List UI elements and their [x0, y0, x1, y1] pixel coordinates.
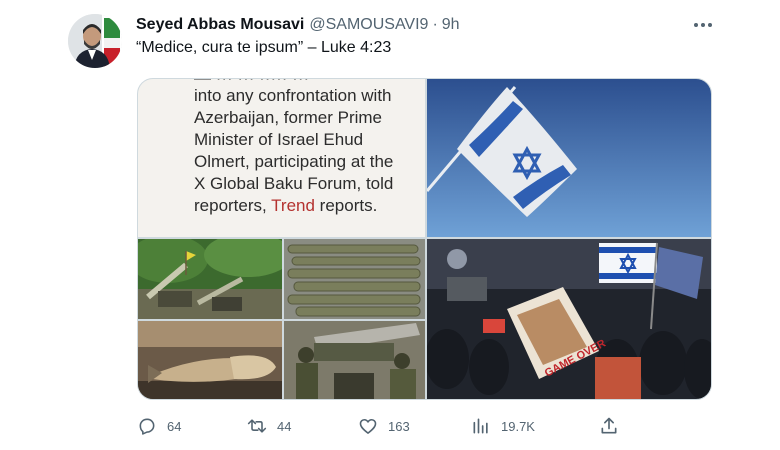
- media-grid[interactable]: — ··· ··· ····· ··· into any confrontati…: [137, 78, 712, 400]
- soldiers-image: [284, 321, 425, 399]
- heart-icon: [358, 416, 378, 436]
- more-icon: [694, 23, 712, 27]
- flag-sky-image: [427, 79, 711, 237]
- share-button[interactable]: [599, 414, 619, 438]
- reply-count: 64: [167, 418, 182, 434]
- protest-image: GAME OVER: [427, 239, 711, 399]
- media-flag-photo[interactable]: [427, 79, 711, 237]
- article-highlight-link: Trend: [271, 196, 315, 215]
- media-soldiers-photo[interactable]: [284, 321, 425, 399]
- repost-count: 44: [277, 418, 292, 434]
- media-weapons-field-photo[interactable]: [138, 239, 282, 319]
- reply-button[interactable]: 64: [137, 414, 181, 438]
- media-protest-photo[interactable]: GAME OVER: [427, 239, 711, 399]
- missile-rows-image: [284, 239, 425, 319]
- media-missile-display-photo[interactable]: [138, 321, 282, 399]
- missile-display-image: [138, 321, 282, 399]
- reply-icon: [137, 416, 157, 436]
- share-icon: [599, 416, 619, 436]
- action-bar: 64 44 163 19.7K: [137, 414, 637, 438]
- author-handle[interactable]: @SAMOUSAVI9: [309, 16, 428, 34]
- views-count: 19.7K: [501, 418, 535, 434]
- repost-icon: [247, 416, 267, 436]
- views-chart-icon: [471, 416, 491, 436]
- tweet-text: “Medice, cura te ipsum” – Luke 4:23: [136, 39, 392, 56]
- article-text-suffix: reports.: [314, 196, 378, 215]
- more-options-button[interactable]: [690, 14, 716, 36]
- article-text-prefix: reporters,: [194, 196, 272, 215]
- timestamp[interactable]: 9h: [442, 16, 460, 34]
- article-line: Olmert, participating at the: [194, 152, 394, 171]
- author-name[interactable]: Seyed Abbas Mousavi: [136, 16, 304, 34]
- article-line: into any confrontation with: [194, 86, 392, 105]
- article-line: Minister of Israel Ehud: [194, 130, 364, 149]
- article-line: X Global Baku Forum, told: [194, 174, 394, 193]
- repost-button[interactable]: 44: [247, 414, 291, 438]
- avatar[interactable]: [68, 14, 122, 68]
- media-article-screenshot[interactable]: — ··· ··· ····· ··· into any confrontati…: [138, 79, 425, 237]
- article-text: — ··· ··· ····· ··· into any confrontati…: [194, 79, 424, 217]
- tweet[interactable]: Seyed Abbas Mousavi @SAMOUSAVI9 · 9h “Me…: [0, 0, 780, 450]
- like-count: 163: [388, 418, 410, 434]
- avatar-image: [68, 14, 122, 68]
- separator-dot: ·: [432, 16, 438, 33]
- article-line-last: reporters, Trend reports.: [194, 195, 424, 217]
- media-missile-rows-photo[interactable]: [284, 239, 425, 319]
- views-button[interactable]: 19.7K: [471, 414, 535, 438]
- tweet-header: Seyed Abbas Mousavi @SAMOUSAVI9 · 9h: [136, 14, 460, 36]
- like-button[interactable]: 163: [358, 414, 410, 438]
- weapons-field-image: [138, 239, 282, 319]
- article-line: Azerbaijan, former Prime: [194, 108, 383, 127]
